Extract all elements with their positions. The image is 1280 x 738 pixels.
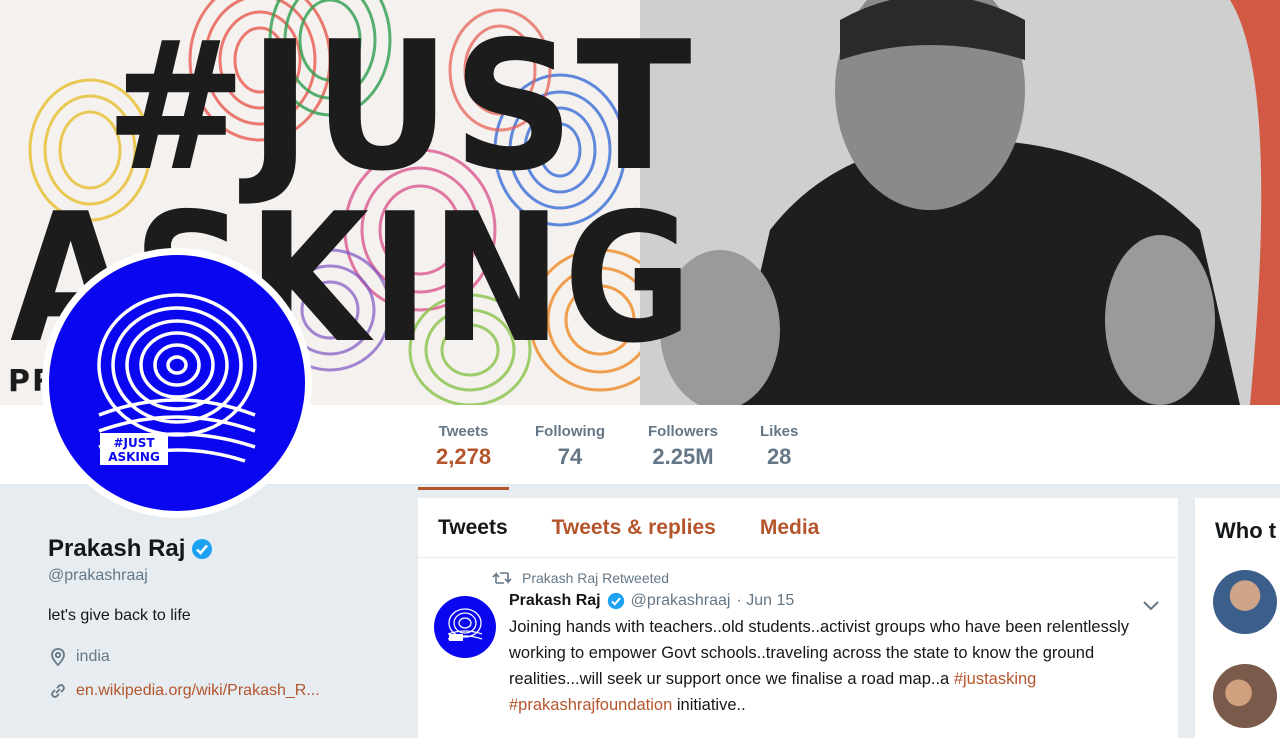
who-to-follow-card: Who t xyxy=(1195,498,1280,738)
stat-value: 28 xyxy=(766,444,792,469)
stat-label: Tweets xyxy=(438,423,489,440)
stat-tweets[interactable]: Tweets 2,278 xyxy=(417,423,510,490)
tweet-date[interactable]: · Jun 15 xyxy=(736,592,794,610)
banner-hashtag-line1: #JUST xyxy=(105,3,694,210)
profile-avatar[interactable]: #JUST ASKING xyxy=(42,248,312,518)
timeline-card: Tweets Tweets & replies Media Prakash Ra… xyxy=(418,498,1178,738)
stat-label: Following xyxy=(535,423,605,440)
retweet-icon xyxy=(492,572,512,584)
fingerprint-logo-icon: #JUST ASKING xyxy=(97,293,257,465)
banner-photo xyxy=(640,0,1280,405)
website-link[interactable]: en.wikipedia.org/wiki/Prakash_R... xyxy=(76,682,320,700)
tweet-text-end: initiative.. xyxy=(676,696,746,714)
timeline-tabs: Tweets Tweets & replies Media xyxy=(418,498,1178,558)
stat-following[interactable]: Following 74 xyxy=(535,423,605,470)
verified-badge-icon xyxy=(607,592,624,610)
profile-card: Prakash Raj @prakashraaj let's give back… xyxy=(48,535,388,701)
profile-bio: let's give back to life xyxy=(48,607,191,624)
profile-website[interactable]: en.wikipedia.org/wiki/Prakash_R... xyxy=(48,681,388,701)
stat-value: 2.25M xyxy=(652,444,714,469)
avatar-text-line1: #JUST xyxy=(113,436,155,450)
profile-name[interactable]: Prakash Raj xyxy=(48,535,185,563)
hashtag-link[interactable]: #justasking xyxy=(954,670,1037,688)
who-to-follow-title: Who t xyxy=(1215,518,1277,543)
tweet-author-avatar[interactable] xyxy=(434,596,496,658)
avatar-text-line2: ASKING xyxy=(108,450,160,464)
tab-tweets[interactable]: Tweets xyxy=(438,516,508,540)
stat-likes[interactable]: Likes 28 xyxy=(760,423,798,470)
avatar-image: #JUST ASKING xyxy=(49,255,305,511)
link-icon xyxy=(51,684,65,698)
stat-followers[interactable]: Followers 2.25M xyxy=(648,423,718,470)
tweet-body: Prakash Raj @prakashraaj · Jun 15 Joinin… xyxy=(509,592,1162,718)
tweet-author-name[interactable]: Prakash Raj xyxy=(509,592,601,610)
chevron-down-icon[interactable] xyxy=(1142,600,1160,612)
suggested-user-avatar[interactable] xyxy=(1213,664,1277,728)
suggested-user-avatar[interactable] xyxy=(1213,570,1277,634)
tab-tweets-replies[interactable]: Tweets & replies xyxy=(552,516,716,540)
tab-media[interactable]: Media xyxy=(760,516,820,540)
stat-value: 74 xyxy=(557,444,583,469)
profile-handle[interactable]: @prakashraaj xyxy=(48,567,388,585)
tweet-header: Prakash Raj @prakashraaj · Jun 15 xyxy=(509,592,1162,610)
location-text: india xyxy=(76,648,110,665)
stat-value: 2,278 xyxy=(436,444,492,469)
stat-label: Followers xyxy=(648,423,719,440)
tweet-text: Joining hands with teachers..old student… xyxy=(509,614,1169,718)
verified-badge-icon xyxy=(192,539,213,559)
profile-name-row: Prakash Raj xyxy=(48,535,388,563)
retweet-context: Prakash Raj Retweeted xyxy=(492,570,1162,586)
retweet-label[interactable]: Prakash Raj Retweeted xyxy=(522,570,669,586)
fingerprint-logo-icon xyxy=(447,608,483,641)
person-photo-placeholder xyxy=(640,0,1280,405)
tweet-item[interactable]: Prakash Raj Retweeted Prakash Raj @praka… xyxy=(418,558,1178,718)
location-pin-icon xyxy=(51,648,65,667)
tweet-author-handle[interactable]: @prakashraaj xyxy=(631,592,731,610)
hashtag-link[interactable]: #prakashrajfoundation xyxy=(509,696,672,714)
profile-location: india xyxy=(48,647,388,667)
stat-label: Likes xyxy=(760,423,799,440)
